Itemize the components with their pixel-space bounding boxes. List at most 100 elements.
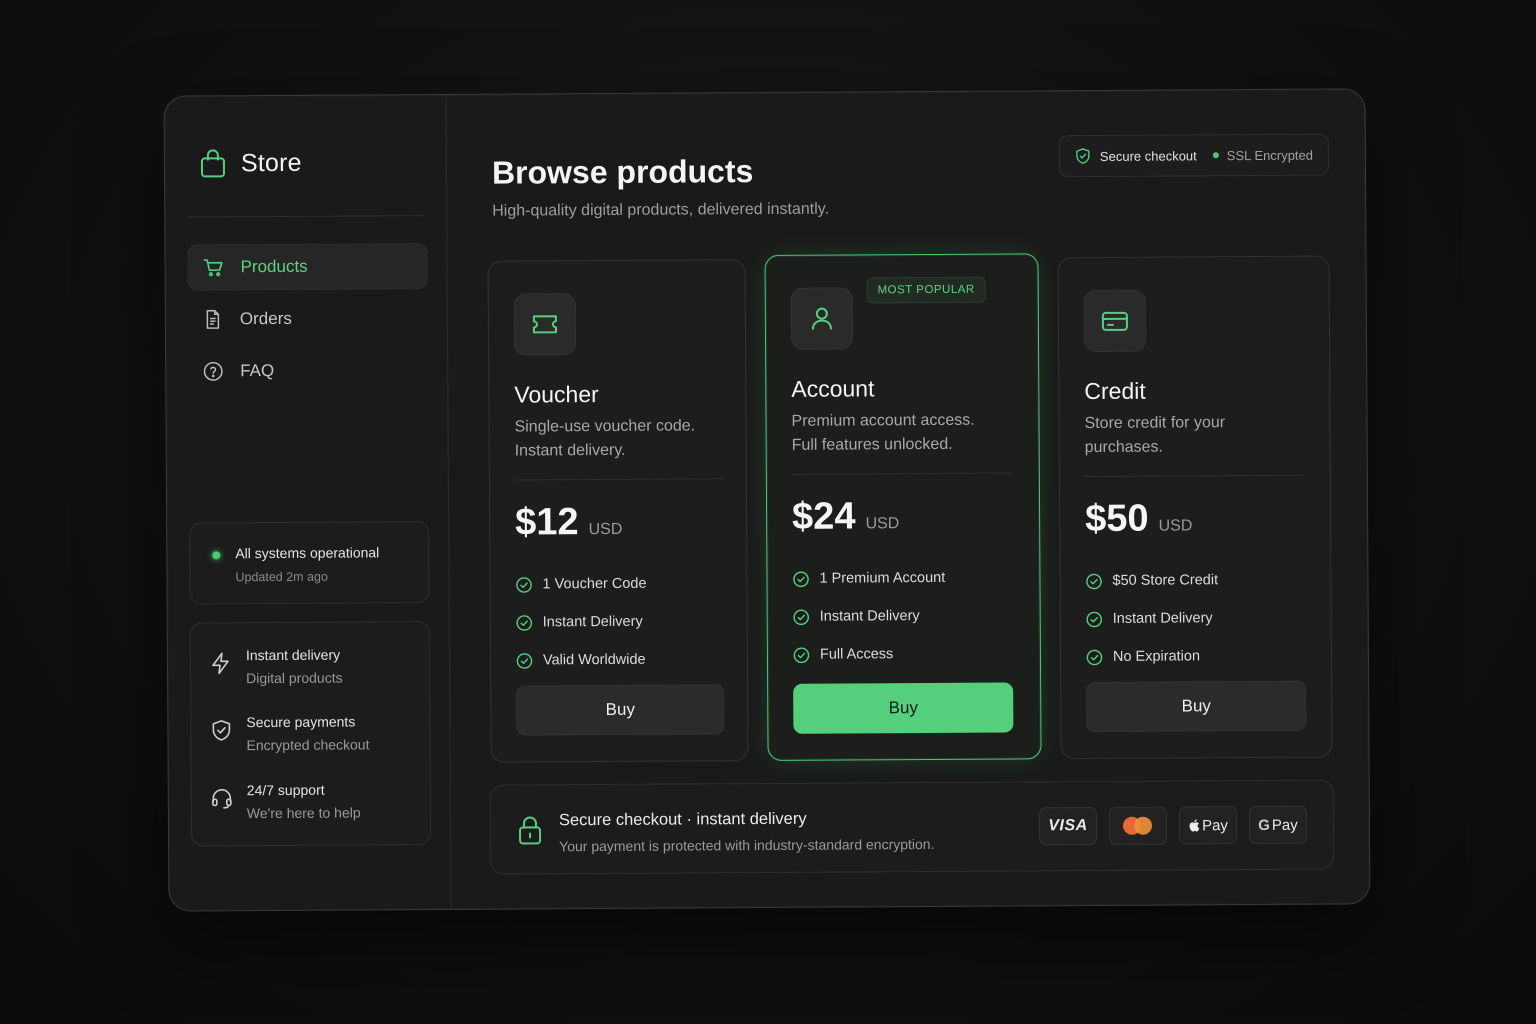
check-circle-icon [793, 647, 810, 663]
price-row: $24 USD [792, 495, 899, 539]
feature-subtitle: Encrypted checkout [246, 736, 370, 754]
google-pay-text: Pay [1271, 816, 1298, 834]
sidebar-divider [187, 215, 426, 218]
list-item: Valid Worldwide [516, 641, 647, 680]
product-feature-list: 1 Premium Account Instant Delivery Full … [792, 559, 945, 674]
product-description: Single-use voucher code. Instant deliver… [514, 417, 696, 460]
brand-name: Store [240, 148, 302, 177]
feature-text: Instant Delivery [1112, 610, 1213, 627]
secure-checkout-pill: Secure checkout SSL Encrypted [1058, 133, 1330, 178]
visa-logo: VISA [1038, 806, 1098, 846]
product-icon-wrapper [790, 287, 854, 350]
google-pay-logo: G Pay [1248, 805, 1308, 845]
shield-check-icon [212, 720, 231, 741]
product-card-account: MOST POPULAR Account Premium account acc… [764, 253, 1042, 762]
feature-text: 1 Premium Account [819, 569, 946, 587]
feature-text: Instant Delivery [542, 613, 643, 631]
apple-icon [1189, 819, 1200, 832]
product-icon-wrapper [1083, 289, 1147, 353]
feature-support: 24/7 support We're here to help [210, 781, 420, 828]
apple-pay-text: Pay [1202, 816, 1228, 834]
list-item: Instant Delivery [793, 597, 946, 636]
shield-check-icon [1076, 148, 1090, 164]
product-name: Account [791, 375, 875, 402]
price-currency: USD [865, 515, 900, 533]
card-divider [791, 472, 1012, 475]
product-description: Premium account access. Full features un… [791, 411, 975, 454]
product-price: $50 [1084, 497, 1149, 541]
check-circle-icon [516, 576, 532, 593]
main-content: Browse products High-quality digital pro… [447, 89, 1370, 909]
ssl-dot-icon [1212, 152, 1219, 159]
buy-credit-button[interactable]: Buy [1086, 680, 1307, 733]
list-item: Full Access [793, 635, 946, 674]
feature-instant-delivery: Instant delivery Digital products [209, 646, 419, 693]
sidebar-item-label: Products [240, 256, 308, 277]
buy-voucher-button[interactable]: Buy [516, 684, 725, 736]
feature-title: Secure payments [246, 713, 356, 731]
feature-text: Instant Delivery [819, 608, 920, 625]
sidebar-item-label: FAQ [240, 361, 275, 381]
brand[interactable]: Store [199, 148, 302, 179]
headset-icon [212, 789, 232, 809]
check-circle-icon [516, 652, 533, 669]
checkout-title: Secure checkout · instant delivery [558, 809, 807, 830]
product-price: $12 [515, 501, 579, 544]
checkout-subtitle: Your payment is protected with industry-… [559, 835, 935, 855]
sidebar: Store Products Orders FAQ All systems op… [164, 94, 452, 911]
lightning-icon [212, 652, 229, 675]
product-card-credit: Credit Store credit for your purchases. … [1057, 255, 1333, 760]
card-divider [514, 478, 723, 481]
check-circle-icon [793, 571, 809, 587]
shopping-bag-icon [200, 149, 225, 178]
credit-card-icon [1101, 311, 1128, 331]
list-item: No Expiration [1086, 637, 1219, 676]
sidebar-item-faq[interactable]: FAQ [188, 347, 428, 394]
payment-methods: VISA Pay G Pay [1038, 805, 1308, 846]
feature-text: 1 Voucher Code [542, 575, 647, 593]
card-divider [1084, 474, 1305, 478]
feature-text: Valid Worldwide [542, 651, 646, 669]
feature-secure-payments: Secure payments Encrypted checkout [209, 713, 419, 760]
feature-title: 24/7 support [246, 781, 325, 799]
feature-text: No Expiration [1112, 648, 1201, 665]
check-circle-icon [1086, 649, 1103, 665]
sidebar-item-products[interactable]: Products [187, 243, 428, 291]
product-feature-list: $50 Store Credit Instant Delivery No Exp… [1085, 561, 1218, 676]
buy-account-button[interactable]: Buy [793, 682, 1014, 734]
user-icon [811, 307, 832, 330]
question-circle-icon [203, 361, 223, 381]
check-circle-icon [1086, 573, 1102, 589]
sidebar-nav: Products Orders FAQ [187, 243, 428, 400]
check-circle-icon [1086, 611, 1103, 627]
sidebar-item-orders[interactable]: Orders [188, 295, 428, 342]
secure-checkout-bar: Secure checkout · instant delivery Your … [489, 779, 1335, 875]
price-currency: USD [1158, 517, 1193, 535]
feature-subtitle: We're here to help [246, 804, 361, 822]
document-icon [206, 309, 220, 329]
page-subtitle: High-quality digital products, delivered… [492, 200, 830, 220]
secure-checkout-label: Secure checkout [1099, 147, 1197, 164]
list-item: 1 Premium Account [792, 559, 945, 598]
features-card: Instant delivery Digital products Secure… [189, 621, 432, 847]
product-name: Voucher [514, 381, 599, 408]
mastercard-logo [1108, 806, 1168, 845]
check-circle-icon [516, 614, 533, 631]
feature-subtitle: Digital products [246, 669, 343, 687]
list-item: 1 Voucher Code [515, 565, 647, 604]
store-window: Store Products Orders FAQ All systems op… [163, 88, 1371, 912]
product-icon-wrapper [513, 293, 577, 356]
mastercard-icon [1122, 816, 1153, 835]
list-item: Instant Delivery [1086, 599, 1219, 638]
product-description: Store credit for your purchases. [1084, 414, 1226, 457]
feature-text: $50 Store Credit [1112, 572, 1219, 589]
price-currency: USD [588, 520, 623, 539]
product-name: Credit [1084, 377, 1146, 405]
most-popular-badge: MOST POPULAR [866, 276, 986, 304]
system-status-card: All systems operational Updated 2m ago [189, 521, 430, 605]
apple-pay-logo: Pay [1178, 806, 1238, 845]
feature-title: Instant delivery [245, 646, 341, 664]
google-g-icon: G [1258, 816, 1270, 834]
lock-icon [519, 816, 542, 845]
feature-text: Full Access [819, 646, 894, 663]
